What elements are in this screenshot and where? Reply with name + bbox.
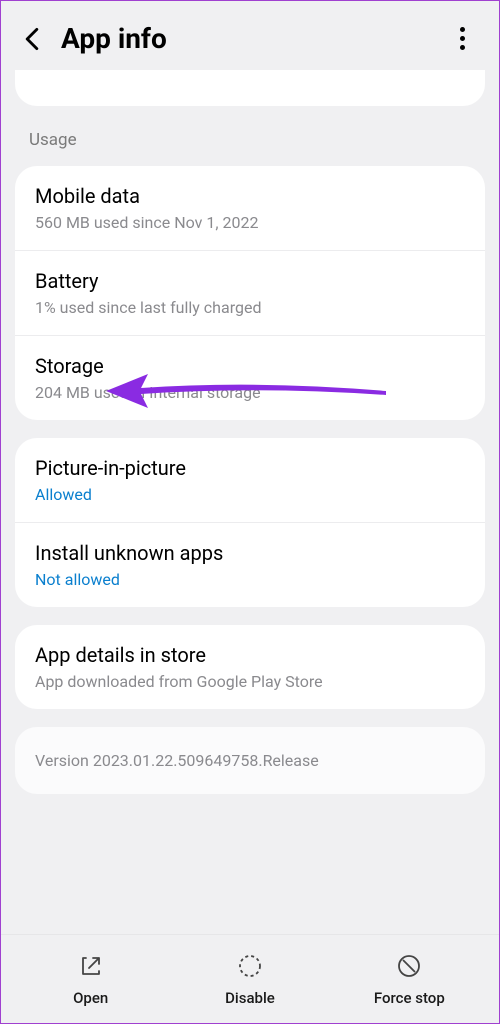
settings-card: Picture-in-picture Allowed Install unkno…: [15, 438, 485, 607]
mobile-data-item[interactable]: Mobile data 560 MB used since Nov 1, 202…: [15, 166, 485, 250]
battery-item[interactable]: Battery 1% used since last fully charged: [15, 250, 485, 335]
disable-icon: [237, 953, 263, 979]
partial-card: [15, 70, 485, 106]
more-icon[interactable]: [446, 21, 479, 56]
bottom-bar: Open Disable Force stop: [1, 934, 499, 1023]
content-area: Usage Mobile data 560 MB used since Nov …: [1, 70, 499, 794]
battery-title: Battery: [35, 269, 465, 293]
disable-button[interactable]: Disable: [170, 953, 329, 1007]
app-details-sub: App downloaded from Google Play Store: [35, 672, 465, 691]
page-title: App info: [61, 22, 428, 55]
install-unknown-item[interactable]: Install unknown apps Not allowed: [15, 522, 485, 607]
usage-card: Mobile data 560 MB used since Nov 1, 202…: [15, 166, 485, 420]
disable-label: Disable: [225, 989, 275, 1007]
version-card: Version 2023.01.22.509649758.Release: [15, 727, 485, 794]
force-stop-icon: [396, 953, 422, 979]
install-unknown-sub: Not allowed: [35, 570, 465, 589]
app-details-item[interactable]: App details in store App downloaded from…: [15, 625, 485, 709]
mobile-data-sub: 560 MB used since Nov 1, 2022: [35, 213, 465, 232]
storage-title: Storage: [35, 354, 465, 378]
force-stop-button[interactable]: Force stop: [330, 953, 489, 1007]
mobile-data-title: Mobile data: [35, 184, 465, 208]
battery-sub: 1% used since last fully charged: [35, 298, 465, 317]
storage-sub: 204 MB used in Internal storage: [35, 383, 465, 402]
force-stop-label: Force stop: [374, 989, 445, 1007]
open-label: Open: [73, 989, 108, 1007]
storage-item[interactable]: Storage 204 MB used in Internal storage: [15, 335, 485, 420]
install-unknown-title: Install unknown apps: [35, 541, 465, 565]
app-details-title: App details in store: [35, 643, 465, 667]
version-text: Version 2023.01.22.509649758.Release: [35, 751, 465, 770]
back-icon[interactable]: [21, 28, 43, 50]
pip-title: Picture-in-picture: [35, 456, 465, 480]
header: App info: [1, 1, 499, 70]
pip-sub: Allowed: [35, 485, 465, 504]
pip-item[interactable]: Picture-in-picture Allowed: [15, 438, 485, 522]
open-icon: [78, 953, 104, 979]
usage-section-label: Usage: [15, 130, 485, 166]
app-details-card: App details in store App downloaded from…: [15, 625, 485, 709]
open-button[interactable]: Open: [11, 953, 170, 1007]
